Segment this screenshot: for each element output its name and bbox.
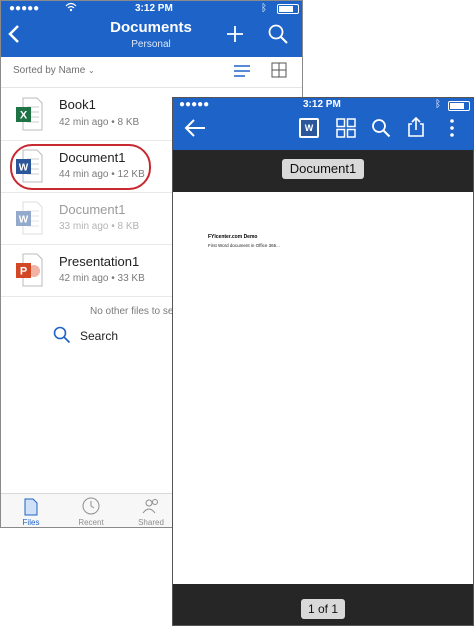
document-page[interactable]: FYIcenter.com Demo First Word document i… <box>173 192 473 584</box>
file-name: Book1 <box>59 97 96 112</box>
page-title: Documents <box>110 19 192 36</box>
document-viewer-screen: ●●●●● 3:12 PM ᛒ W Document1 FYIcenter.co… <box>172 97 474 626</box>
battery-icon <box>277 4 299 14</box>
svg-text:X: X <box>20 110 28 122</box>
file-name: Presentation1 <box>59 254 140 269</box>
excel-icon: X <box>15 97 43 131</box>
tab-label: Shared <box>138 518 164 527</box>
sort-label: Sorted by Name <box>13 65 86 76</box>
search-button[interactable] <box>371 118 391 138</box>
top-header: ●●●●● 3:12 PM ᛒ Documents Personal <box>1 1 302 57</box>
search-label: Search <box>80 329 119 343</box>
page-heading: FYIcenter.com Demo <box>208 234 258 240</box>
clock-icon <box>82 497 100 520</box>
word-app-button[interactable]: W <box>299 118 319 138</box>
viewer-header: ●●●●● 3:12 PM ᛒ W <box>173 98 473 150</box>
page-body-text: First Word document in Office 365... <box>208 243 280 248</box>
document-title-bar: Document1 <box>173 150 473 192</box>
share-button[interactable] <box>406 116 426 138</box>
powerpoint-icon: P <box>15 253 43 287</box>
page-indicator-bar: 1 of 1 <box>173 584 473 625</box>
status-time: 3:12 PM <box>135 3 173 14</box>
status-time: 3:12 PM <box>303 99 341 110</box>
file-meta: 33 min ago • 8 KB <box>59 221 140 232</box>
search-link[interactable]: Search <box>53 326 163 348</box>
svg-text:P: P <box>20 266 27 278</box>
more-options-button[interactable] <box>449 118 459 140</box>
sort-bar: Sorted by Name ⌄ <box>1 57 302 88</box>
page-indicator: 1 of 1 <box>301 599 345 619</box>
tab-label: Recent <box>78 518 104 527</box>
back-button[interactable] <box>7 23 23 47</box>
bluetooth-icon: ᛒ <box>261 3 267 14</box>
list-view-icon[interactable] <box>233 63 251 79</box>
people-icon <box>142 497 160 520</box>
word-icon: W <box>301 120 317 136</box>
chevron-down-icon: ⌄ <box>88 66 95 75</box>
file-name: Document1 <box>59 202 126 217</box>
wifi-icon <box>65 2 77 15</box>
highlight-circle <box>10 144 151 190</box>
grid-view-button[interactable] <box>336 118 356 138</box>
document-title: Document1 <box>282 159 364 179</box>
svg-text:W: W <box>19 215 29 226</box>
search-button[interactable] <box>267 23 289 45</box>
add-button[interactable] <box>225 24 245 44</box>
tab-label: Files <box>22 518 40 527</box>
bluetooth-icon: ᛒ <box>435 99 441 110</box>
file-meta: 42 min ago • 8 KB <box>59 117 140 128</box>
battery-icon <box>448 101 470 111</box>
file-meta: 42 min ago • 33 KB <box>59 273 145 284</box>
sort-dropdown[interactable]: Sorted by Name ⌄ <box>13 65 95 76</box>
search-icon <box>53 326 71 344</box>
no-more-files-text: No other files to se <box>90 306 174 317</box>
word-icon: W <box>15 201 43 235</box>
tab-shared[interactable]: Shared <box>131 497 171 527</box>
signal-dots: ●●●●● <box>9 3 40 14</box>
back-arrow-button[interactable] <box>183 118 207 138</box>
grid-view-icon[interactable] <box>271 62 287 78</box>
page-subtitle: Personal <box>131 39 171 50</box>
tab-files[interactable]: Files <box>11 497 51 527</box>
tab-recent[interactable]: Recent <box>71 497 111 527</box>
signal-dots: ●●●●● <box>179 99 210 110</box>
